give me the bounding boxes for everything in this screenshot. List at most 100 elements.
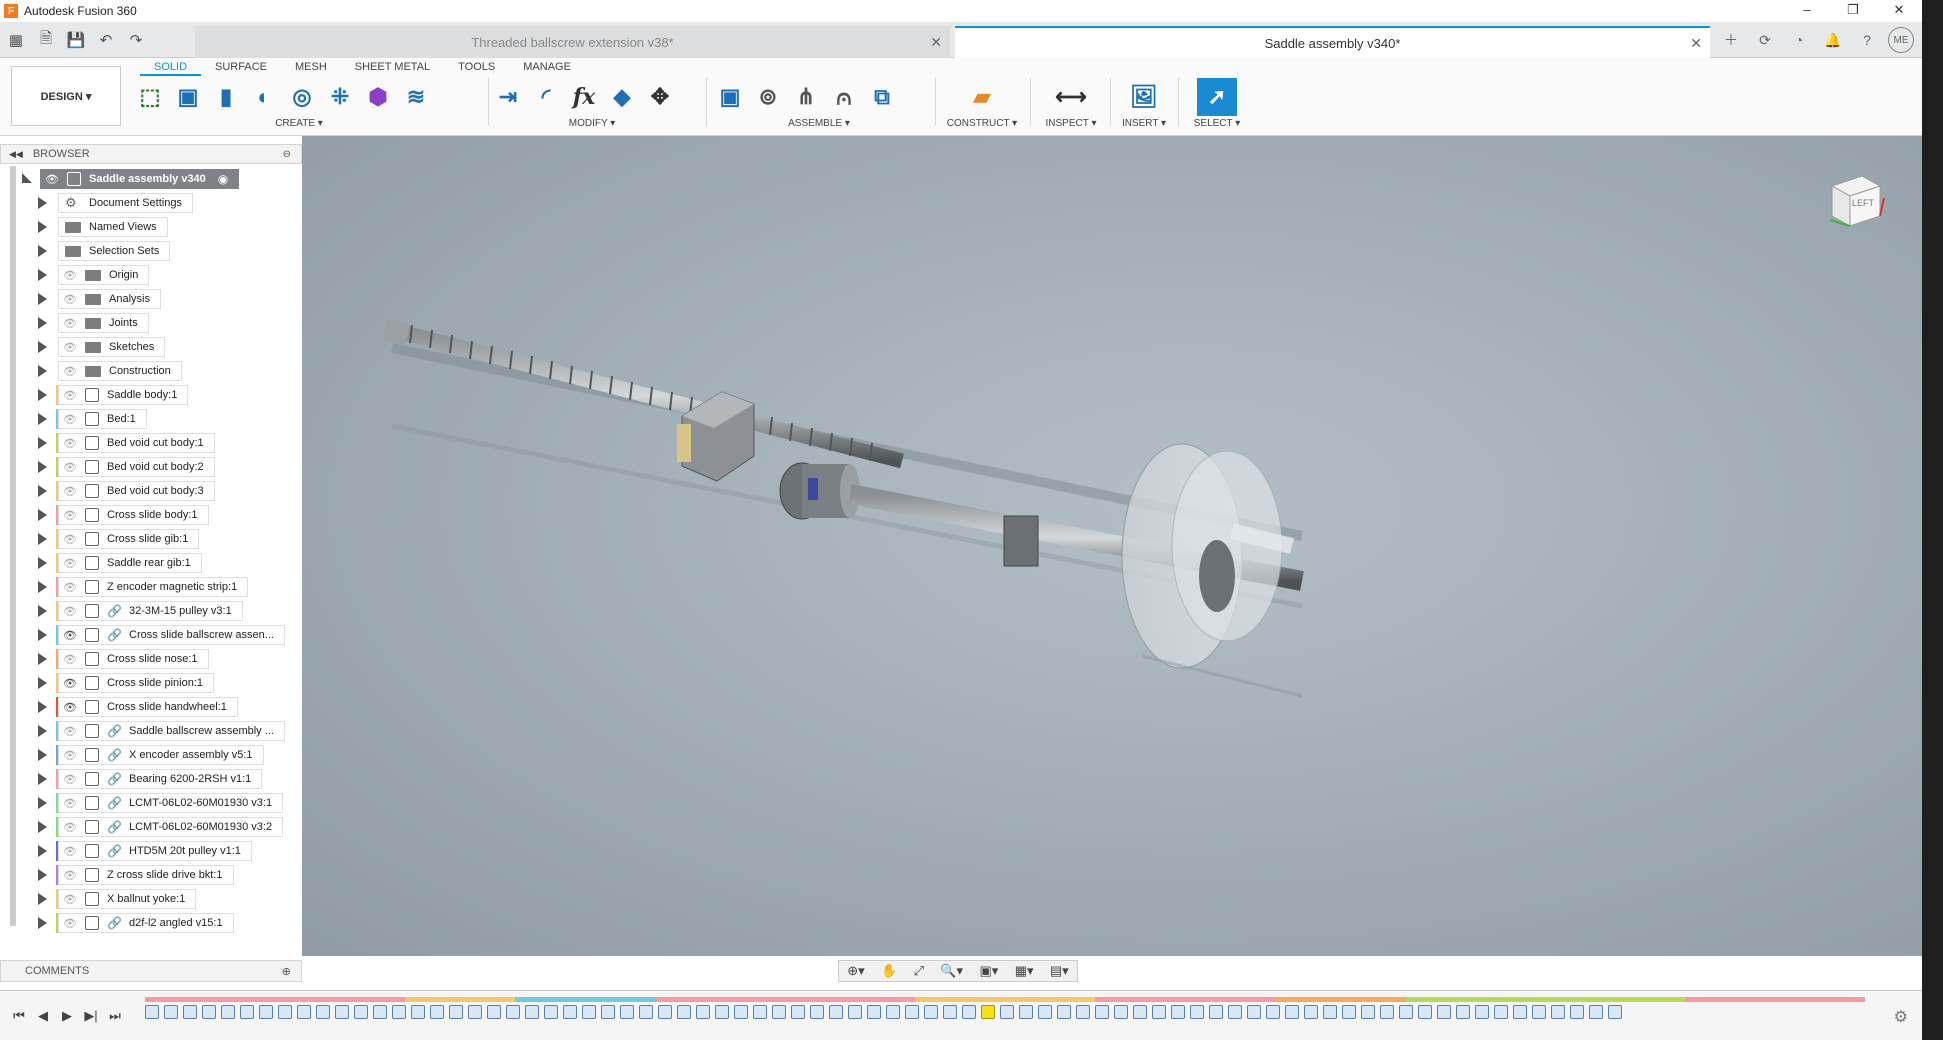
tree-item-node[interactable]: 👁 Cross slide body:1 <box>58 505 209 525</box>
tree-item[interactable]: 👁 🔗 Bearing 6200-2RSH v1:1 <box>0 768 302 790</box>
timeline-feature-icon[interactable] <box>1171 1005 1185 1019</box>
expand-icon[interactable] <box>38 653 47 665</box>
visibility-icon[interactable]: 👁 <box>63 581 79 594</box>
measure-icon[interactable]: ⟷ <box>1055 81 1087 113</box>
create-label[interactable]: CREATE ▾ <box>134 118 464 129</box>
tree-item[interactable]: 👁 🔗 HTD5M 20t pulley v1:1 <box>0 840 302 862</box>
extensions-icon[interactable]: ⟳ <box>1752 27 1778 53</box>
tree-item-node[interactable]: 👁 Cross slide gib:1 <box>58 529 200 549</box>
visibility-icon[interactable]: 👁 <box>63 509 79 522</box>
tree-item[interactable]: 👁 Bed:1 <box>0 408 302 430</box>
visibility-icon[interactable]: 👁 <box>63 557 79 570</box>
tree-item[interactable]: 👁 Cross slide nose:1 <box>0 648 302 670</box>
timeline-feature-icon[interactable] <box>1076 1005 1090 1019</box>
tree-item[interactable]: 👁 Saddle body:1 <box>0 384 302 406</box>
tree-item[interactable]: 👁 X ballnut yoke:1 <box>0 888 302 910</box>
expand-icon[interactable] <box>38 917 47 929</box>
timeline-feature-icon[interactable] <box>981 1005 995 1019</box>
timeline-end-button[interactable]: ⏭ <box>106 1007 124 1025</box>
minimize-button[interactable]: – <box>1784 0 1830 22</box>
expand-icon[interactable] <box>38 581 47 593</box>
close-tab-icon[interactable]: ✕ <box>930 34 942 51</box>
modify-label[interactable]: MODIFY ▾ <box>492 118 692 129</box>
extrude-icon[interactable]: ▮ <box>210 81 242 113</box>
job-status-icon[interactable]: ◔ <box>1786 27 1812 53</box>
timeline-feature-icon[interactable] <box>582 1005 596 1019</box>
workspace-dropdown[interactable]: DESIGN ▾ <box>11 66 121 126</box>
timeline-feature-icon[interactable] <box>1399 1005 1413 1019</box>
expand-icon[interactable] <box>38 605 47 617</box>
shell-icon[interactable]: ◆ <box>606 81 638 113</box>
expand-icon[interactable] <box>38 557 47 569</box>
joint-origin-icon[interactable]: ⩀ <box>828 81 860 113</box>
timeline-feature-icon[interactable] <box>1323 1005 1337 1019</box>
expand-icon[interactable] <box>38 413 47 425</box>
timeline-feature-icon[interactable] <box>487 1005 501 1019</box>
tab-sheet-metal[interactable]: SHEET METAL <box>341 60 444 76</box>
tree-item-node[interactable]: 👁 Cross slide nose:1 <box>58 649 209 669</box>
tree-item[interactable]: 👁 🔗 32-3M-15 pulley v3:1 <box>0 600 302 622</box>
visibility-icon[interactable]: 👁 <box>63 821 79 834</box>
visibility-icon[interactable]: 👁 <box>63 341 79 354</box>
tree-item-node[interactable]: 👁 Saddle body:1 <box>58 385 189 405</box>
visibility-icon[interactable]: 👁 <box>45 173 61 186</box>
timeline-feature-icon[interactable] <box>1114 1005 1128 1019</box>
timeline-feature-icon[interactable] <box>1152 1005 1166 1019</box>
timeline-feature-icon[interactable] <box>886 1005 900 1019</box>
timeline-feature-icon[interactable] <box>791 1005 805 1019</box>
visibility-icon[interactable]: 👁 <box>63 293 79 306</box>
visibility-icon[interactable]: 👁 <box>63 893 79 906</box>
tree-item-node[interactable]: 👁 🔗 Bearing 6200-2RSH v1:1 <box>58 769 263 789</box>
tree-item[interactable]: 👁 🔗 Cross slide ballscrew assen... <box>0 624 302 646</box>
tree-item[interactable]: 👁 Z cross slide drive bkt:1 <box>0 864 302 886</box>
timeline-feature-icon[interactable] <box>1285 1005 1299 1019</box>
timeline-feature-icon[interactable] <box>1095 1005 1109 1019</box>
visibility-icon[interactable]: 👁 <box>63 461 79 474</box>
grid-settings-icon[interactable]: ▦▾ <box>1015 963 1034 979</box>
expand-icon[interactable] <box>38 533 47 545</box>
select-icon[interactable]: ➚ <box>1197 78 1237 116</box>
timeline-feature-icon[interactable] <box>639 1005 653 1019</box>
insert-image-icon[interactable]: 🖼 <box>1128 81 1160 113</box>
timeline-feature-icon[interactable] <box>221 1005 235 1019</box>
tree-item[interactable]: ⚙ Document Settings <box>0 192 302 214</box>
timeline-feature-icon[interactable] <box>259 1005 273 1019</box>
tree-item-node[interactable]: 👁 🔗 HTD5M 20t pulley v1:1 <box>58 841 252 861</box>
timeline-feature-icon[interactable] <box>354 1005 368 1019</box>
tree-root-node[interactable]: 👁 Saddle assembly v340 ◉ <box>40 169 240 189</box>
timeline-feature-icon[interactable] <box>544 1005 558 1019</box>
visibility-icon[interactable]: 👁 <box>63 413 79 426</box>
undo-icon[interactable]: ↶ <box>94 28 118 52</box>
expand-icon[interactable] <box>38 197 47 209</box>
timeline-feature-icon[interactable] <box>468 1005 482 1019</box>
timeline-feature-icon[interactable] <box>1133 1005 1147 1019</box>
hole-icon[interactable]: ◎ <box>286 81 318 113</box>
visibility-icon[interactable]: 👁 <box>63 773 79 786</box>
timeline-feature-icon[interactable] <box>715 1005 729 1019</box>
restore-button[interactable]: ❐ <box>1830 0 1876 22</box>
tree-item-node[interactable]: 👁 🔗 Saddle ballscrew assembly ... <box>58 721 285 741</box>
pan-icon[interactable]: ✋ <box>881 963 897 979</box>
timeline-feature-icon[interactable] <box>1513 1005 1527 1019</box>
close-tab-icon[interactable]: ✕ <box>1690 35 1702 52</box>
timeline-feature-icon[interactable] <box>772 1005 786 1019</box>
visibility-icon[interactable]: 👁 <box>63 605 79 618</box>
display-settings-icon[interactable]: ▣▾ <box>979 963 998 979</box>
tree-item-node[interactable]: 👁 Bed void cut body:2 <box>58 457 215 477</box>
tree-item-node[interactable]: 👁 Construction <box>58 361 182 381</box>
timeline-feature-icon[interactable] <box>1532 1005 1546 1019</box>
timeline-feature-icon[interactable] <box>1456 1005 1470 1019</box>
apps-grid-icon[interactable]: ▦ <box>4 28 28 52</box>
timeline-feature-icon[interactable] <box>1570 1005 1584 1019</box>
timeline-feature-icon[interactable] <box>335 1005 349 1019</box>
expand-icon[interactable] <box>38 389 47 401</box>
as-built-joint-icon[interactable]: ⋔ <box>790 81 822 113</box>
timeline-feature-icon[interactable] <box>1551 1005 1565 1019</box>
tree-item-node[interactable]: 👁 Cross slide pinion:1 <box>58 673 214 693</box>
visibility-icon[interactable]: 👁 <box>63 797 79 810</box>
timeline-feature-icon[interactable] <box>905 1005 919 1019</box>
timeline-feature-icon[interactable] <box>278 1005 292 1019</box>
comments-panel[interactable]: COMMENTS ⊕ <box>0 960 302 982</box>
timeline-feature-icon[interactable] <box>373 1005 387 1019</box>
tab-threaded-ballscrew[interactable]: Threaded ballscrew extension v38* ✕ <box>195 26 950 58</box>
